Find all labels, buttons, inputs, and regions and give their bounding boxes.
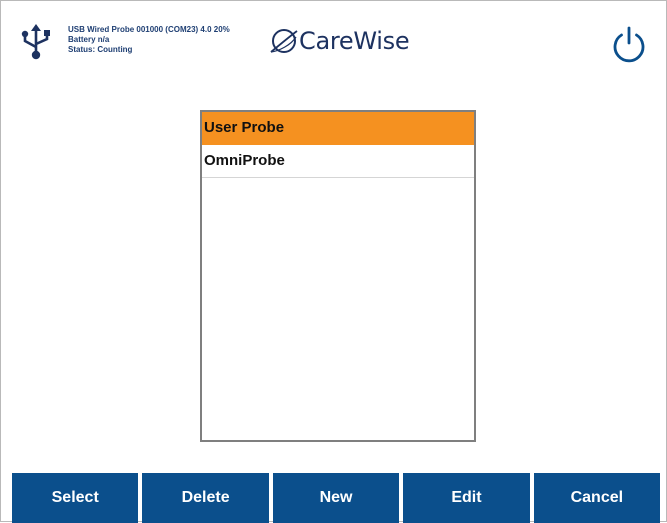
status-battery: Battery n/a (68, 35, 110, 44)
cancel-button[interactable]: Cancel (533, 473, 661, 523)
power-button[interactable] (609, 26, 649, 66)
list-item-user-probe[interactable]: User Probe (202, 112, 474, 145)
status-state: Status: Counting (68, 45, 133, 54)
power-icon (613, 26, 645, 63)
select-button[interactable]: Select (12, 473, 139, 523)
new-button[interactable]: New (272, 473, 400, 523)
app-window: USB Wired Probe 001000 (COM23) 4.0 20% B… (0, 0, 667, 523)
carewise-logo-icon (270, 29, 298, 53)
probe-list[interactable]: User Probe OmniProbe (200, 110, 476, 442)
status-connection: USB Wired Probe 001000 (COM23) 4.0 20% (68, 25, 230, 34)
device-status: USB Wired Probe 001000 (COM23) 4.0 20% B… (68, 25, 230, 55)
app-logo: CareWise (267, 25, 410, 57)
edit-button[interactable]: Edit (403, 473, 530, 523)
usb-icon (21, 24, 50, 60)
logo-text: CareWise (299, 27, 410, 55)
list-item-omniprobe[interactable]: OmniProbe (202, 145, 474, 178)
action-toolbar: Select Delete New Edit Cancel (12, 473, 661, 523)
delete-button[interactable]: Delete (142, 473, 269, 523)
